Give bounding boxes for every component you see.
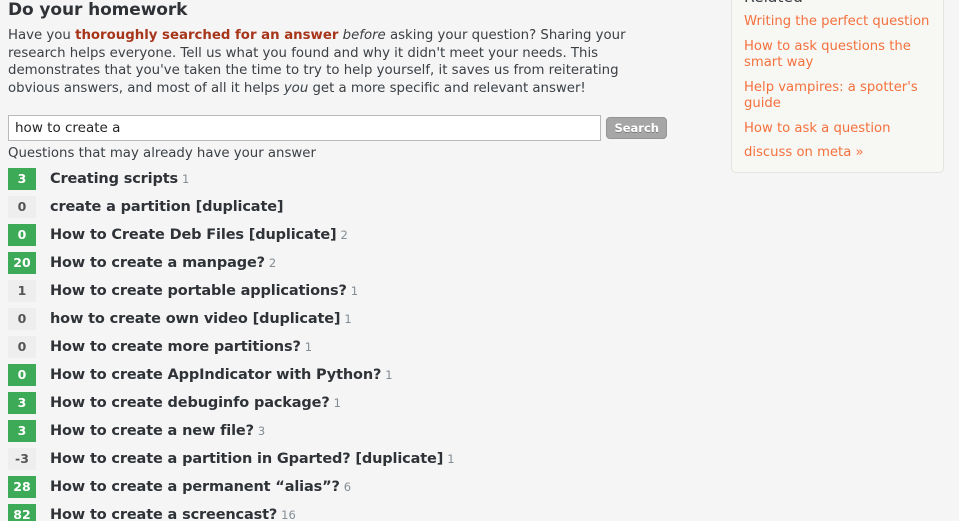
homework-italic-you: you xyxy=(283,80,309,96)
question-score-badge: 28 xyxy=(8,476,36,498)
question-score-badge: 1 xyxy=(8,280,36,302)
question-title-link[interactable]: How to create a manpage? xyxy=(50,249,265,277)
sidebar-list-item: discuss on meta » xyxy=(744,145,931,162)
homework-italic-before: before xyxy=(342,28,386,43)
question-answer-count: 1 xyxy=(181,172,190,186)
question-score-badge: 0 xyxy=(8,364,36,386)
question-title-link[interactable]: How to create portable applications? xyxy=(50,277,347,305)
question-answer-count: 1 xyxy=(344,312,352,326)
question-answer-count: 1 xyxy=(333,396,341,410)
question-score-badge: -3 xyxy=(8,448,36,470)
question-result-row[interactable]: 0 how to create own video [duplicate] 1 xyxy=(8,305,692,333)
homework-text-1: Have you xyxy=(8,28,76,43)
question-title-link[interactable]: How to create debuginfo package? xyxy=(50,389,330,417)
sidebar-list-item: How to ask a question xyxy=(744,121,931,138)
question-score-badge: 82 xyxy=(8,504,36,521)
question-answer-count: 1 xyxy=(304,340,313,354)
page-title: Do your homework xyxy=(8,0,188,20)
question-score-badge: 0 xyxy=(8,224,36,246)
sidebar-list-item: Writing the perfect question xyxy=(744,14,931,31)
question-answer-count: 1 xyxy=(350,284,359,298)
question-score-badge: 0 xyxy=(8,308,36,330)
question-result-row[interactable]: -3 How to create a partition in Gparted? … xyxy=(8,445,692,473)
question-result-row[interactable]: 3 Creating scripts 1 xyxy=(8,165,692,193)
question-answer-count: 1 xyxy=(385,368,393,382)
sidebar-link[interactable]: Writing the perfect question xyxy=(744,14,929,31)
question-title-link[interactable]: How to create a partition in Gparted? [d… xyxy=(50,445,443,473)
homework-emphasis-searched: thoroughly searched for an answer xyxy=(75,28,339,43)
homework-description: Have you thoroughly searched for an answ… xyxy=(8,22,668,97)
question-title-link[interactable]: How to create a permanent “alias”? xyxy=(50,473,340,501)
question-title-link[interactable]: How to create a new file? xyxy=(50,417,254,445)
question-result-row[interactable]: 3 How to create debuginfo package? 1 xyxy=(8,389,692,417)
main-content: Do your homework Have you thoroughly sea… xyxy=(0,0,700,521)
sidebar-heading: Related xyxy=(744,0,931,8)
question-answer-count: 2 xyxy=(268,256,277,270)
question-result-row[interactable]: 3 How to create a new file? 3 xyxy=(8,417,692,445)
question-result-row[interactable]: 82 How to create a screencast? 16 xyxy=(8,501,692,521)
question-answer-count: 6 xyxy=(343,480,352,494)
question-title-link[interactable]: How to create AppIndicator with Python? xyxy=(50,361,381,389)
sidebar-link[interactable]: How to ask questions the smart way xyxy=(744,39,931,72)
question-score-badge: 20 xyxy=(8,252,36,274)
question-result-row[interactable]: 0 create a partition [duplicate] xyxy=(8,193,692,221)
question-score-badge: 0 xyxy=(8,336,36,358)
question-result-row[interactable]: 20 How to create a manpage? 2 xyxy=(8,249,692,277)
search-input[interactable] xyxy=(8,115,602,141)
question-result-row[interactable]: 0 How to create more partitions? 1 xyxy=(8,333,692,361)
related-sidebar: Related Writing the perfect question How … xyxy=(731,0,944,173)
question-score-badge: 0 xyxy=(8,196,36,218)
sidebar-link[interactable]: discuss on meta » xyxy=(744,145,864,162)
question-answer-count: 2 xyxy=(340,228,348,242)
sidebar-link[interactable]: Help vampires: a spotter's guide xyxy=(744,80,931,113)
question-answer-count: 16 xyxy=(281,508,296,521)
question-score-badge: 3 xyxy=(8,168,36,190)
question-result-row[interactable]: 28 How to create a permanent “alias”? 6 xyxy=(8,473,692,501)
question-title-link[interactable]: How to Create Deb Files [duplicate] xyxy=(50,221,337,249)
question-result-row[interactable]: 0 How to create AppIndicator with Python?… xyxy=(8,361,692,389)
sidebar-list-item: Help vampires: a spotter's guide xyxy=(744,80,931,113)
sidebar-list-item: How to ask questions the smart way xyxy=(744,39,931,72)
homework-text-4: get a more specific and relevant answer! xyxy=(308,80,586,96)
question-score-badge: 3 xyxy=(8,420,36,442)
question-result-row[interactable]: 0 How to Create Deb Files [duplicate] 2 xyxy=(8,221,692,249)
question-title-link[interactable]: create a partition [duplicate] xyxy=(50,193,284,221)
sidebar-link[interactable]: How to ask a question xyxy=(744,121,890,138)
question-answer-count: 1 xyxy=(447,452,455,466)
question-result-row[interactable]: 1 How to create portable applications? 1 xyxy=(8,277,692,305)
question-title-link[interactable]: Creating scripts xyxy=(50,165,178,193)
results-label: Questions that may already have your ans… xyxy=(8,146,316,161)
sidebar-link-list: Writing the perfect question How to ask q… xyxy=(744,14,931,162)
question-title-link[interactable]: how to create own video [duplicate] xyxy=(50,305,341,333)
search-bar: Search xyxy=(8,115,667,141)
question-score-badge: 3 xyxy=(8,392,36,414)
question-title-link[interactable]: How to create a screencast? xyxy=(50,501,277,521)
question-title-link[interactable]: How to create more partitions? xyxy=(50,333,301,361)
question-answer-count: 3 xyxy=(257,424,266,438)
question-results-list: 3 Creating scripts 1 0 create a partition [d… xyxy=(8,165,692,521)
search-button[interactable]: Search xyxy=(606,117,667,139)
